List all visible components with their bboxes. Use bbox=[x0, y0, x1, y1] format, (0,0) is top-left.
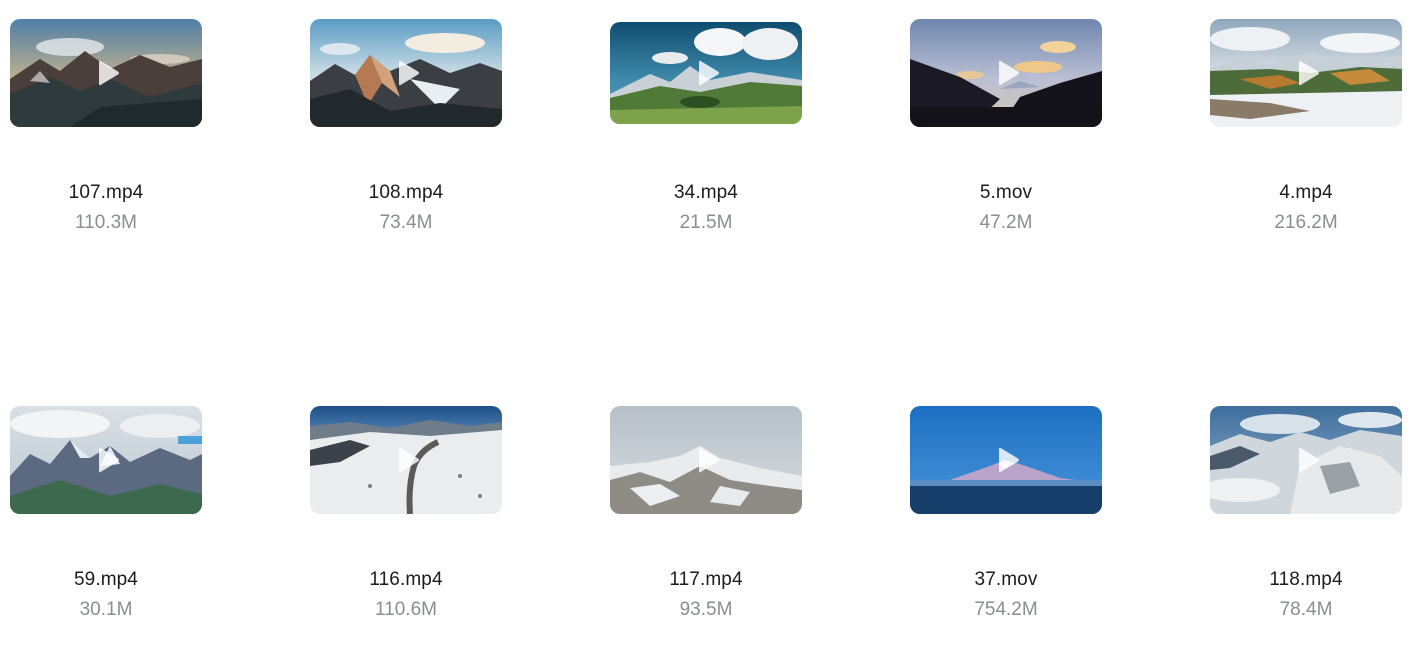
file-name: 4.mp4 bbox=[1279, 182, 1333, 203]
file-size: 754.2M bbox=[974, 599, 1038, 620]
video-tile[interactable]: 4.mp4 216.2M bbox=[1210, 19, 1402, 259]
video-thumbnail[interactable] bbox=[910, 19, 1102, 127]
video-thumbnail[interactable] bbox=[610, 406, 802, 514]
video-thumbnail[interactable] bbox=[910, 406, 1102, 514]
video-thumbnail[interactable] bbox=[10, 19, 202, 127]
file-name: 117.mp4 bbox=[669, 569, 743, 590]
file-size: 110.6M bbox=[375, 599, 437, 620]
video-tile[interactable]: 37.mov 754.2M bbox=[910, 406, 1102, 646]
file-name: 107.mp4 bbox=[68, 182, 144, 203]
file-size: 21.5M bbox=[679, 212, 733, 233]
play-icon bbox=[1299, 60, 1319, 86]
video-thumbnail[interactable] bbox=[1210, 406, 1402, 514]
file-name: 59.mp4 bbox=[74, 569, 138, 590]
video-thumbnail[interactable] bbox=[310, 19, 502, 127]
play-icon bbox=[699, 447, 719, 473]
video-thumbnail[interactable] bbox=[1210, 19, 1402, 127]
file-name: 34.mp4 bbox=[674, 182, 738, 203]
play-icon bbox=[99, 447, 119, 473]
play-icon bbox=[699, 60, 719, 86]
play-icon bbox=[999, 60, 1019, 86]
file-name: 116.mp4 bbox=[369, 569, 443, 590]
play-icon bbox=[1299, 447, 1319, 473]
file-name: 108.mp4 bbox=[368, 182, 444, 203]
video-tile[interactable]: 59.mp4 30.1M bbox=[10, 406, 202, 646]
file-size: 78.4M bbox=[1279, 599, 1333, 620]
file-size: 216.2M bbox=[1274, 212, 1338, 233]
file-size: 110.3M bbox=[75, 212, 137, 233]
video-tile[interactable]: 118.mp4 78.4M bbox=[1210, 406, 1402, 646]
file-size: 73.4M bbox=[379, 212, 433, 233]
file-size: 93.5M bbox=[679, 599, 733, 620]
video-tile[interactable]: 116.mp4 110.6M bbox=[310, 406, 502, 646]
play-icon bbox=[999, 447, 1019, 473]
video-thumbnail[interactable] bbox=[10, 406, 202, 514]
video-tile[interactable]: 117.mp4 93.5M bbox=[610, 406, 802, 646]
video-tile[interactable]: 34.mp4 21.5M bbox=[610, 19, 802, 259]
play-icon bbox=[399, 447, 419, 473]
video-thumbnail[interactable] bbox=[610, 22, 802, 124]
video-tile[interactable]: 107.mp4 110.3M bbox=[10, 19, 202, 259]
file-name: 118.mp4 bbox=[1269, 569, 1343, 590]
video-thumbnail[interactable] bbox=[310, 406, 502, 514]
video-tile[interactable]: 5.mov 47.2M bbox=[910, 19, 1102, 259]
file-name: 37.mov bbox=[974, 569, 1038, 590]
file-size: 47.2M bbox=[979, 212, 1033, 233]
video-grid: 107.mp4 110.3M 108.mp4 73.4M 34.mp4 21.5… bbox=[0, 0, 1414, 628]
play-icon bbox=[99, 60, 119, 86]
video-tile[interactable]: 108.mp4 73.4M bbox=[310, 19, 502, 259]
play-icon bbox=[399, 60, 419, 86]
file-size: 30.1M bbox=[79, 599, 133, 620]
file-name: 5.mov bbox=[979, 182, 1033, 203]
